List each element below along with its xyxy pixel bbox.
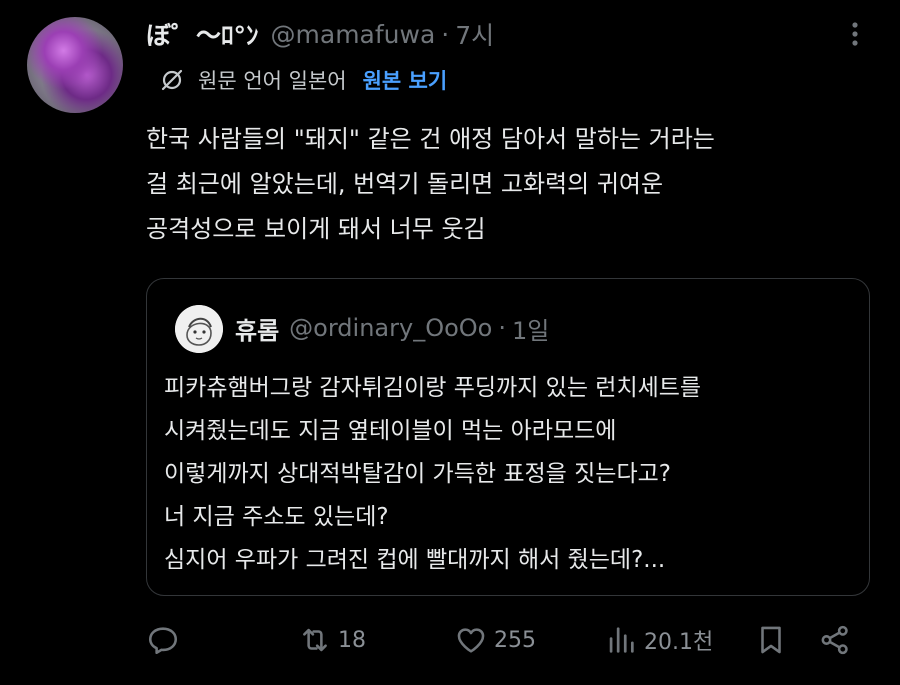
bookmark-button[interactable] (754, 618, 788, 662)
like-count: 255 (494, 627, 536, 653)
post-text-line: 한국 사람들의 "돼지" 같은 건 애정 담아서 말하는 거라는 (146, 125, 715, 153)
quoted-post[interactable]: 휴롬 @ordinary_OoOo · 1일 피카츄햄버그랑 감자튀김이랑 푸딩… (146, 278, 870, 596)
reply-icon (148, 627, 178, 655)
reply-button[interactable] (146, 618, 180, 662)
share-button[interactable] (818, 618, 852, 662)
views-button[interactable]: 20.1천 (604, 618, 713, 662)
quoted-text-line: 피카츄햄버그랑 감자튀김이랑 푸딩까지 있는 런치세트를 (164, 375, 702, 401)
quoted-post-time: 1일 (511, 316, 550, 345)
post-time[interactable]: 7시 (455, 16, 494, 52)
share-icon (821, 625, 848, 655)
post-text: 한국 사람들의 "돼지" 같은 건 애정 담아서 말하는 거라는 걸 최근에 알… (146, 117, 866, 252)
quoted-text-line: 너 지금 주소도 있는데? (164, 504, 389, 530)
quoted-post-header: 휴롬 @ordinary_OoOo · 1일 (235, 311, 550, 346)
views-count: 20.1천 (644, 630, 714, 655)
author-display-name[interactable]: ぼ゜〜ﾛ°ﾝ (146, 16, 259, 52)
repost-count: 18 (338, 627, 366, 653)
quoted-author-name[interactable]: 휴롬 (235, 311, 279, 346)
heart-icon (457, 628, 485, 653)
quoted-author-avatar (175, 305, 223, 353)
repost-icon (303, 628, 327, 652)
action-bar: 18 255 20.1천 (146, 618, 866, 662)
like-button[interactable]: 255 (454, 618, 536, 662)
post-text-line: 걸 최근에 알았는데, 번역기 돌리면 고화력의 귀여운 (146, 170, 664, 198)
show-original-link[interactable]: 원본 보기 (363, 65, 448, 95)
more-vertical-icon (852, 22, 858, 46)
separator-dot: · (498, 314, 506, 342)
post-header: ぼ゜〜ﾛ°ﾝ @mamafuwa · 7시 (146, 16, 494, 52)
views-icon (609, 627, 634, 653)
post-text-line: 공격성으로 보이게 돼서 너무 웃김 (146, 215, 486, 243)
author-handle[interactable]: @mamafuwa (271, 20, 436, 49)
more-options-button[interactable] (840, 19, 870, 49)
author-avatar[interactable] (27, 17, 123, 113)
quoted-author-handle[interactable]: @ordinary_OoOo (289, 314, 492, 342)
translate-icon (161, 69, 183, 91)
bookmark-icon (761, 626, 781, 654)
translation-row: 원문 언어 일본어 원본 보기 (160, 64, 447, 96)
quoted-text-line: 이렇게까지 상대적박탈감이 가득한 표정을 짓는다고? (164, 461, 671, 487)
separator-dot: · (441, 19, 450, 49)
quoted-text-line: 시켜줬는데도 지금 옆테이블이 먹는 아라모드에 (164, 418, 617, 444)
quoted-text-line: 심지어 우파가 그려진 컵에 빨대까지 해서 줬는데?... (164, 547, 666, 573)
repost-button[interactable]: 18 (298, 618, 366, 662)
quoted-post-text: 피카츄햄버그랑 감자튀김이랑 푸딩까지 있는 런치세트를 시켜줬는데도 지금 옆… (164, 367, 864, 582)
translation-language-text: 원문 언어 일본어 (198, 69, 347, 93)
